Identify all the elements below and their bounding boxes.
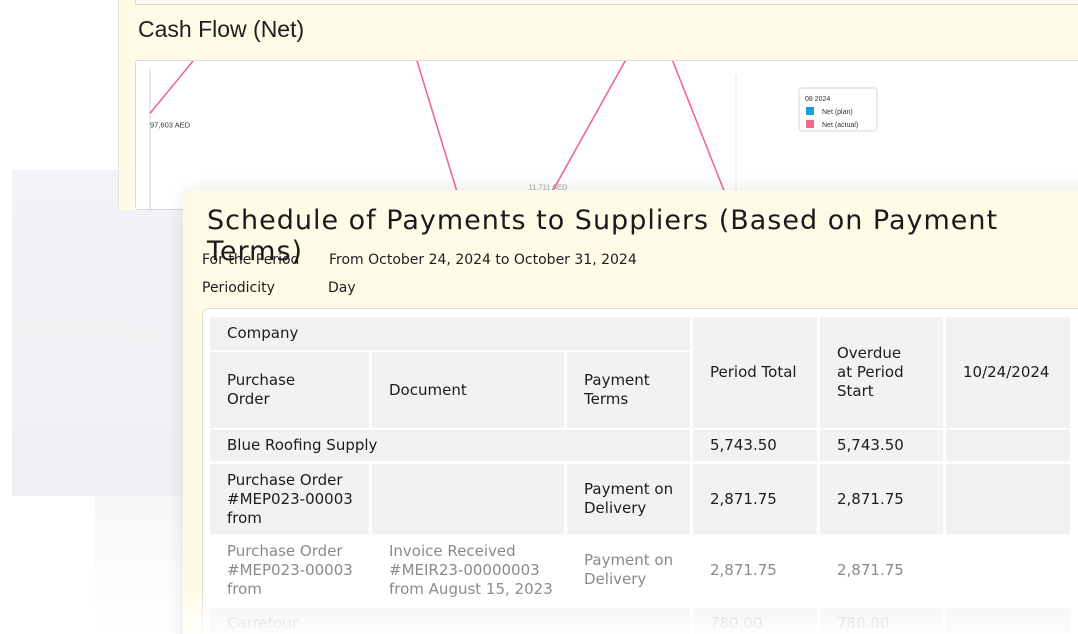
cell-date-col [946,536,1070,604]
header-company[interactable]: Company [210,317,690,350]
cell-date-col [946,430,1070,461]
cell-period-total: 780.00 [693,608,817,634]
header-date-10-24-2024[interactable]: 10/24/2024 [946,317,1070,428]
series-line [149,61,733,211]
periodicity-value: Day [328,280,356,296]
cash-flow-top-panel [135,0,1078,5]
period-label: For the Period [202,252,300,268]
legend-swatch [806,107,814,115]
cell-period-total: 2,871.75 [693,536,817,604]
cell-document [372,464,564,534]
cash-flow-chart-svg: 97,603 AED201,149 AED184,611 AED199,163 … [149,61,878,211]
table-row-invoice[interactable]: Purchase Order #MEP023-00003 from [210,536,369,604]
table-row-purchase-order[interactable]: Purchase Order #MEP023-00003 from [210,464,369,534]
cell-overdue: 2,871.75 [820,536,943,604]
cell-document[interactable]: Invoice Received #MEIR23-00000003 from A… [372,536,564,604]
header-payment-terms[interactable]: Payment Terms [567,352,690,428]
cell-period-total: 2,871.75 [693,464,817,534]
legend-label: Net (plan) [822,109,853,116]
chart-legend: 08 2024 Net (plan) Net (actual) [798,87,878,132]
periodicity-label: Periodicity [202,280,275,296]
cell-date-col [946,608,1070,634]
legend-period: 08 2024 [805,96,830,103]
header-overdue[interactable]: Overdue at Period Start [820,317,943,428]
cell-overdue: 5,743.50 [820,430,943,461]
cash-flow-title: Cash Flow (Net) [138,16,305,42]
cash-flow-chart: 97,603 AED201,149 AED184,611 AED199,163 … [135,60,1078,211]
data-label: 97,603 AED [150,120,191,129]
period-value: From October 24, 2024 to October 31, 202… [329,252,637,268]
cell-payment-terms: Payment on Delivery [567,536,690,604]
table-row-supplier[interactable]: Blue Roofing Supply [210,430,690,461]
header-document[interactable]: Document [372,352,564,428]
header-purchase-order[interactable]: Purchase Order [210,352,369,428]
cell-date-col [946,464,1070,534]
series-net-actual: 97,603 AED201,149 AED184,611 AED199,163 … [149,61,733,211]
header-period-total[interactable]: Period Total [693,317,817,428]
cell-overdue: 2,871.75 [820,464,943,534]
background-shade [12,170,192,496]
legend-label: Net (actual) [822,122,858,129]
legend-swatch [806,120,814,128]
table-row-supplier[interactable]: Carrefour [210,608,690,634]
cell-period-total: 5,743.50 [693,430,817,461]
cell-overdue: 780.00 [820,608,943,634]
cell-payment-terms: Payment on Delivery [567,464,690,534]
